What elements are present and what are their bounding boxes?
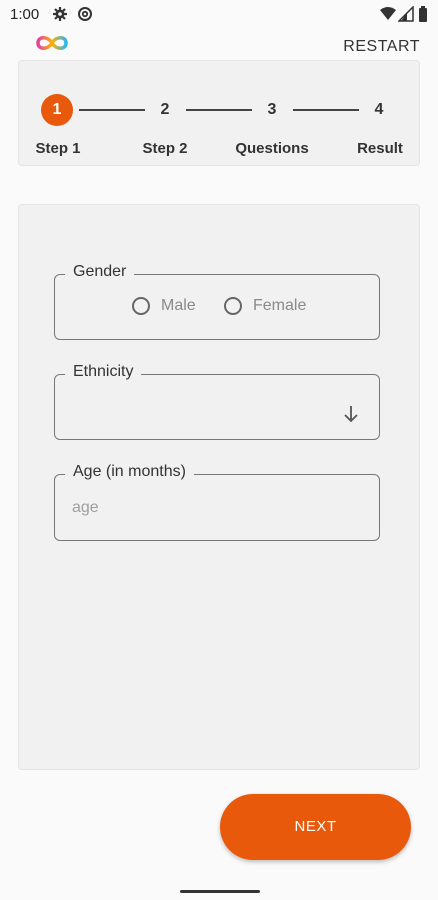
step-1-label: Step 1 [35, 140, 81, 157]
step-connector [293, 109, 359, 111]
gender-legend: Gender [65, 263, 135, 281]
male-radio[interactable] [132, 297, 150, 315]
ethnicity-dropdown[interactable]: Ethnicity [54, 363, 380, 440]
wifi-icon [380, 7, 396, 20]
step-2-label: Step 2 [142, 140, 188, 157]
app-bar: RESTART [0, 28, 438, 60]
status-time: 1:00 [10, 6, 40, 23]
step-3-indicator: 3 [267, 101, 277, 118]
form-card: Gender Male Female Ethnicity Age (in mon… [18, 204, 420, 770]
age-placeholder: age [72, 499, 99, 516]
step-1-indicator: 1 [41, 94, 73, 126]
age-legend: Age (in months) [65, 463, 194, 481]
status-bar: 1:00 [0, 0, 438, 28]
age-input[interactable]: Age (in months) age [54, 463, 380, 541]
step-4-label: Result [357, 140, 403, 157]
female-radio[interactable] [224, 297, 242, 315]
stepper: 1 2 3 4 Step 1 Step 2 Questions Result [18, 60, 420, 166]
step-connector [186, 109, 252, 111]
next-button[interactable]: NEXT [220, 794, 411, 860]
restart-button[interactable]: RESTART [343, 38, 420, 56]
signal-icon [398, 6, 414, 22]
step-2-indicator: 2 [160, 101, 170, 118]
gender-field: Gender Male Female [54, 263, 380, 340]
arrow-down-icon[interactable] [343, 405, 359, 423]
at-sign-icon [78, 7, 92, 21]
app-logo-icon [36, 36, 68, 50]
male-label[interactable]: Male [161, 297, 196, 315]
step-3-label: Questions [235, 140, 309, 157]
ethnicity-legend: Ethnicity [65, 363, 142, 381]
battery-icon [419, 6, 427, 22]
step-connector [79, 109, 145, 111]
settings-icon [53, 7, 67, 21]
female-label[interactable]: Female [253, 297, 306, 315]
step-4-indicator: 4 [374, 101, 384, 118]
home-indicator [180, 890, 260, 893]
